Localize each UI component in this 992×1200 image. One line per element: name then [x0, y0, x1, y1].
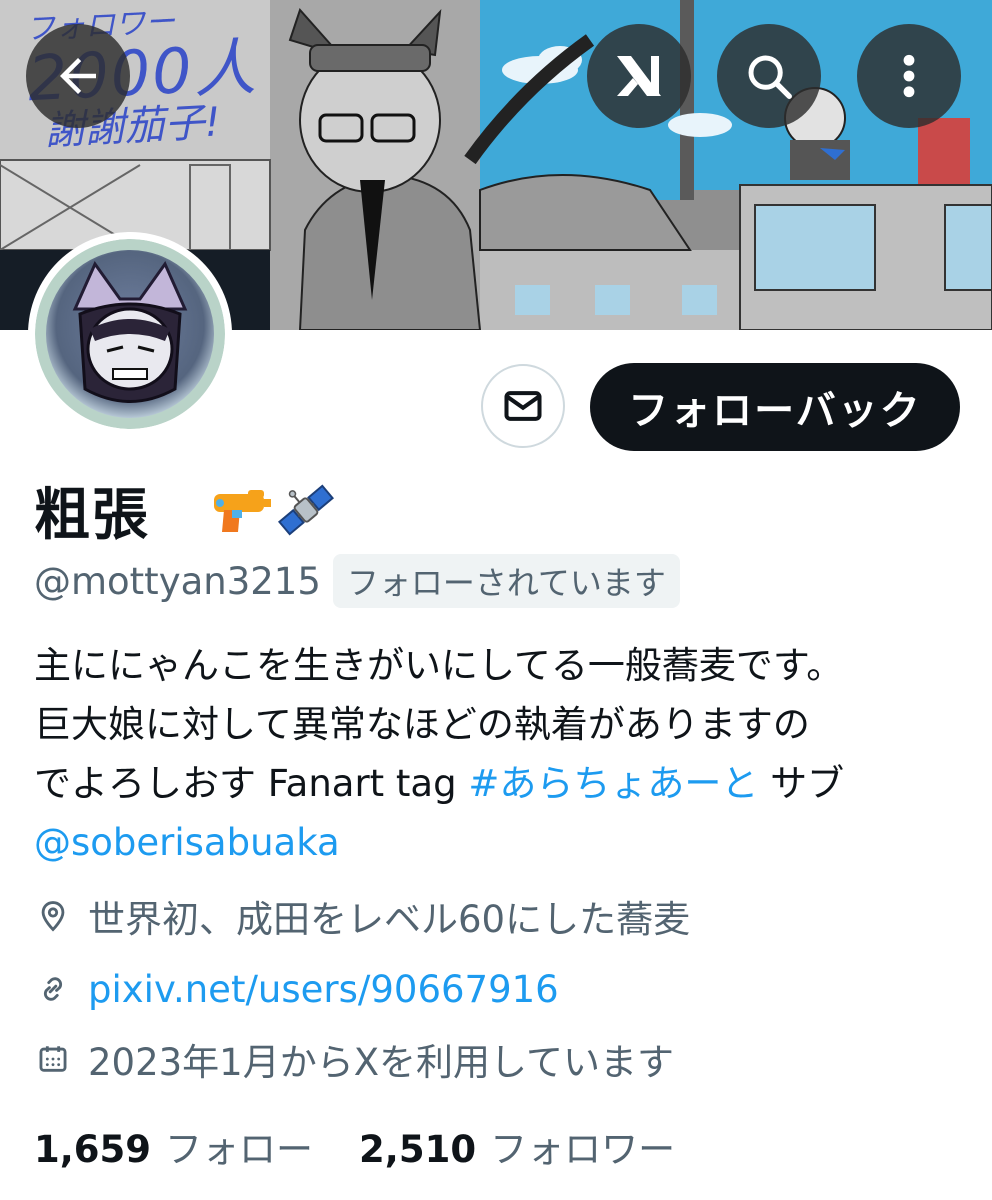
location-row: 世界初、成田をレベル60にした蕎麦 — [34, 888, 690, 944]
arrow-left-icon — [60, 58, 96, 94]
calendar-icon — [39, 1046, 67, 1072]
following-link[interactable]: 1,659 フォロー — [34, 1119, 313, 1173]
location-text: 世界初、成田をレベル60にした蕎麦 — [88, 898, 691, 941]
following-label: フォロー — [165, 1128, 314, 1171]
message-button[interactable] — [481, 364, 565, 448]
bio-line-3: でよろしおす Fanart tag #あらちょあーと サブ — [34, 754, 964, 813]
bio-line-3-prefix: でよろしおす Fanart tag — [34, 762, 469, 805]
website-row: pixiv.net/users/90667916 — [34, 961, 559, 1017]
location-pin-icon — [41, 901, 65, 932]
search-icon — [748, 55, 792, 99]
follows-you-badge: フォローされています — [332, 554, 680, 608]
hashtag-link[interactable]: #あらちょあーと — [468, 762, 758, 805]
envelope-icon — [504, 391, 542, 421]
more-options-button[interactable] — [857, 24, 961, 128]
followers-link[interactable]: 2,510 フォロワー — [359, 1119, 675, 1173]
bio-line-3-suffix: サブ — [758, 762, 845, 805]
profile-avatar[interactable] — [28, 232, 232, 436]
back-button[interactable] — [26, 24, 130, 128]
link-icon — [43, 977, 63, 1001]
avatar-image — [35, 239, 225, 429]
handle: @mottyan3215 — [34, 559, 321, 603]
water-pistol-icon — [214, 490, 271, 532]
follow-stats: 1,659 フォロー 2,510 フォロワー — [34, 1118, 675, 1174]
joined-row: 2023年1月からXを利用しています — [34, 1031, 674, 1087]
followers-count: 2,510 — [359, 1128, 477, 1171]
follow-back-button[interactable]: フォローバック — [590, 363, 960, 451]
profile-bio: 主ににゃんこを生きがいにしてる一般蕎麦です。 巨大娘に対して異常なほどの執着があ… — [34, 636, 964, 872]
bio-line-2: 巨大娘に対して異常なほどの執着がありますの — [34, 703, 810, 746]
grok-button[interactable] — [587, 24, 691, 128]
satellite-icon — [277, 484, 335, 536]
name-row: 粗張 — [34, 470, 336, 550]
joined-text: 2023年1月からXを利用しています — [88, 1041, 674, 1084]
followers-label: フォロワー — [490, 1128, 676, 1171]
following-count: 1,659 — [34, 1128, 152, 1171]
website-link[interactable]: pixiv.net/users/90667916 — [88, 968, 559, 1011]
display-name: 粗張 — [34, 482, 150, 548]
mention-link[interactable]: @soberisabuaka — [34, 813, 964, 872]
handle-row: @mottyan3215 フォローされています — [34, 554, 680, 608]
more-vertical-icon — [903, 54, 915, 98]
search-button[interactable] — [717, 24, 821, 128]
bio-line-1: 主ににゃんこを生きがいにしてる一般蕎麦です。 — [34, 644, 844, 687]
grok-icon — [617, 56, 661, 96]
